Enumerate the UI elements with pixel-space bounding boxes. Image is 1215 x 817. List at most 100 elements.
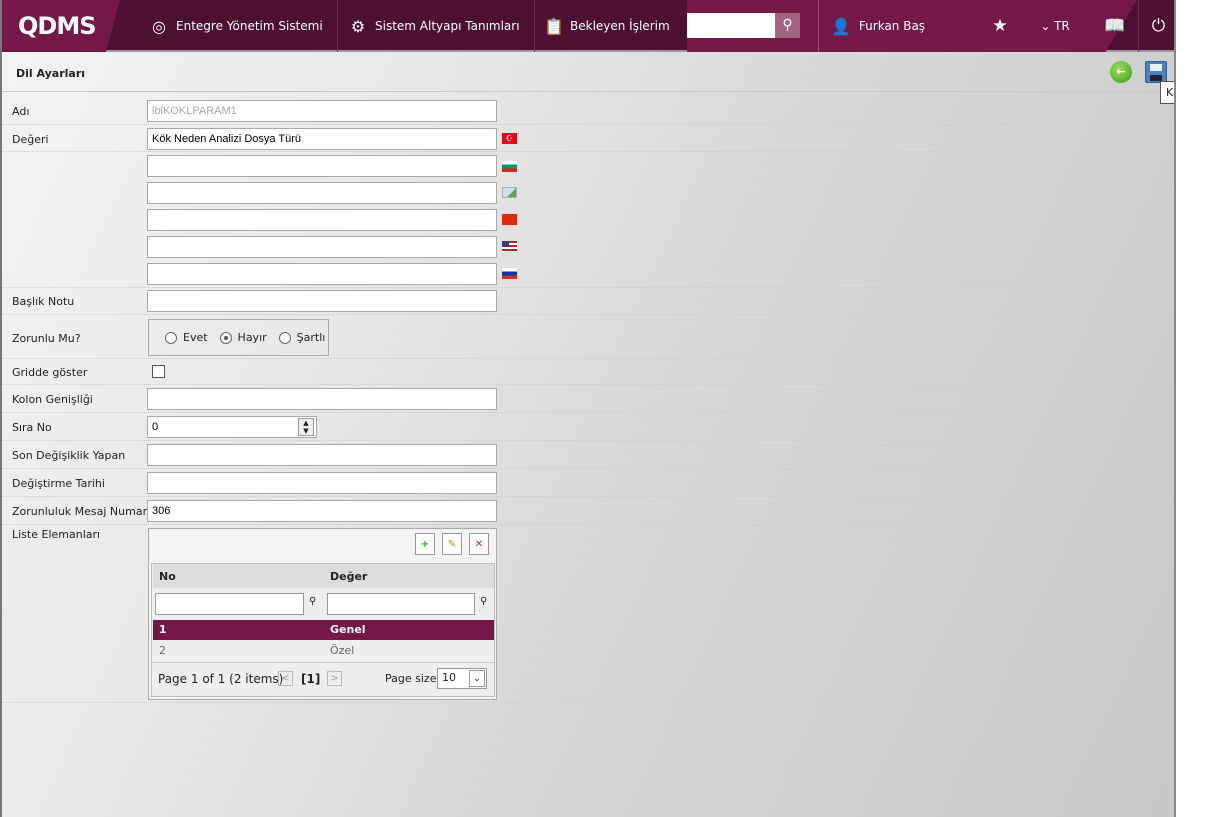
liste-label: Liste Elemanları xyxy=(12,528,101,541)
flag-ru-icon xyxy=(502,268,517,279)
row-separator xyxy=(2,412,1029,413)
cell-deger: Özel xyxy=(330,644,355,657)
user-name: Furkan Baş xyxy=(858,19,926,33)
row-separator xyxy=(2,496,1029,497)
adi-input[interactable] xyxy=(147,100,497,122)
flag-bg-icon xyxy=(502,161,517,172)
page-size-select[interactable]: 10 ⌄ xyxy=(437,668,487,689)
filter-icon[interactable]: ⚲ xyxy=(309,596,316,607)
kolon-label: Kolon Genişliği xyxy=(12,393,93,406)
row-separator xyxy=(2,358,1029,359)
filter-icon[interactable]: ⚲ xyxy=(480,596,487,607)
radio-hayir[interactable] xyxy=(219,331,232,344)
grid-table: No Değer ⚲ ⚲ 1 Genel 2 Özel Page 1 of 1 (2 … xyxy=(151,563,495,697)
search-input[interactable] xyxy=(687,13,775,38)
qdms-icon: ◎ xyxy=(152,16,166,36)
nav-sistem[interactable]: ⚙ Sistem Altyapı Tanımları xyxy=(335,0,535,52)
top-bar: QDMS ◎ Entegre Yönetim Sistemi ⚙ Sistem Al… xyxy=(2,0,1174,52)
user-menu[interactable]: 👤 Furkan Baş xyxy=(818,0,925,52)
flag-us-icon xyxy=(502,241,517,252)
row-separator xyxy=(2,314,1029,315)
search-icon[interactable]: ⚲ xyxy=(775,13,800,38)
gridde-label: Gridde göster xyxy=(12,366,88,379)
zorunlu-radio-group: Evet Hayır Şartlı xyxy=(148,319,329,356)
page-size-value: 10 xyxy=(442,671,456,684)
filter-deger-input[interactable] xyxy=(327,593,475,615)
mesaj-label: Zorunluluk Mesaj Numarası xyxy=(12,505,163,518)
cell-no: 2 xyxy=(159,644,166,657)
row-separator xyxy=(2,384,1029,385)
degeri-label: Değeri xyxy=(12,133,49,146)
page-number[interactable]: [1] xyxy=(301,672,320,686)
flag-tr-icon: ☪ xyxy=(502,133,517,144)
nav-bekleyen[interactable]: 📋 Bekleyen İşlerim xyxy=(530,0,684,52)
son-label: Son Değişiklik Yapan xyxy=(12,449,126,462)
table-row[interactable]: 2 Özel xyxy=(153,641,494,661)
sira-stepper[interactable] xyxy=(147,416,317,438)
logo[interactable]: QDMS xyxy=(2,0,120,52)
save-icon[interactable] xyxy=(1145,61,1167,83)
next-page-button[interactable]: > xyxy=(327,671,342,686)
radio-label: Şartlı xyxy=(296,331,326,344)
radio-label: Hayır xyxy=(237,331,267,344)
row-separator xyxy=(2,440,1029,441)
list-grid: + ✎ ✕ No Değer ⚲ ⚲ 1 Genel 2 Özel Page 1 of… xyxy=(148,528,497,700)
kolon-input[interactable] xyxy=(147,388,497,410)
mesaj-input[interactable] xyxy=(147,500,497,522)
degeri-input-3[interactable] xyxy=(147,182,497,204)
tarih-label: Değiştirme Tarihi xyxy=(12,477,105,490)
back-icon[interactable]: ← xyxy=(1110,61,1132,83)
add-row-icon[interactable]: + xyxy=(415,533,435,555)
tarih-input[interactable] xyxy=(147,472,497,494)
save-tooltip: Kaydet xyxy=(1160,81,1174,104)
column-header-no[interactable]: No xyxy=(159,564,176,590)
degeri-bg-input[interactable] xyxy=(147,155,497,177)
zorunlu-label: Zorunlu Mu? xyxy=(12,332,81,345)
delete-row-icon[interactable]: ✕ xyxy=(469,533,489,555)
divider xyxy=(2,91,1174,92)
row-separator xyxy=(2,524,1029,525)
radio-evet[interactable] xyxy=(165,331,177,344)
degeri-ru-input[interactable] xyxy=(147,263,497,285)
radio-label: Evet xyxy=(183,331,208,344)
language-select[interactable]: ⌄ TR xyxy=(1030,0,1080,52)
degeri-tr-input[interactable] xyxy=(147,128,497,150)
sira-label: Sıra No xyxy=(12,421,52,434)
row-separator xyxy=(2,151,1029,152)
table-row[interactable]: 1 Genel xyxy=(153,620,494,640)
star-icon[interactable]: ★ xyxy=(988,0,1012,52)
flag-cn-icon xyxy=(502,214,517,225)
nav-label: Bekleyen İşlerim xyxy=(570,19,670,33)
cell-no: 1 xyxy=(159,623,167,636)
page-size-label: Page size: xyxy=(385,672,441,685)
row-separator xyxy=(2,287,1029,288)
page-title: Dil Ayarları xyxy=(16,67,86,80)
nav-entegre[interactable]: ◎ Entegre Yönetim Sistemi xyxy=(136,0,338,52)
app-window: QDMS ◎ Entegre Yönetim Sistemi ⚙ Sistem Al… xyxy=(0,0,1176,817)
power-icon[interactable]: ⏻ xyxy=(1138,0,1174,52)
row-separator xyxy=(2,124,1029,125)
row-separator xyxy=(2,702,1029,703)
nav-label: Sistem Altyapı Tanımları xyxy=(375,19,520,33)
radio-sartli[interactable] xyxy=(278,331,291,344)
baslik-input[interactable] xyxy=(147,290,497,312)
edit-row-icon[interactable]: ✎ xyxy=(442,533,462,555)
column-header-deger[interactable]: Değer xyxy=(330,564,367,590)
stepper-arrows[interactable]: ▲ ▼ xyxy=(298,418,314,436)
degeri-en-input[interactable] xyxy=(147,236,497,258)
row-separator xyxy=(2,468,1029,469)
filter-no-input[interactable] xyxy=(155,593,304,615)
baslik-label: Başlık Notu xyxy=(12,295,75,308)
gridde-checkbox[interactable] xyxy=(152,365,165,378)
broken-image-icon xyxy=(502,187,517,198)
gear-icon: ⚙ xyxy=(350,16,366,36)
cell-deger: Genel xyxy=(330,623,366,636)
nav-label: Entegre Yönetim Sistemi xyxy=(176,19,323,33)
prev-page-button[interactable]: < xyxy=(278,671,293,686)
clipboard-icon: 📋 xyxy=(544,16,564,36)
chevron-down-icon: ⌄ xyxy=(469,670,485,687)
degeri-cn-input[interactable] xyxy=(147,209,497,231)
user-icon: 👤 xyxy=(831,16,851,36)
son-input[interactable] xyxy=(147,444,497,466)
book-icon[interactable]: 📖 xyxy=(1094,0,1136,52)
